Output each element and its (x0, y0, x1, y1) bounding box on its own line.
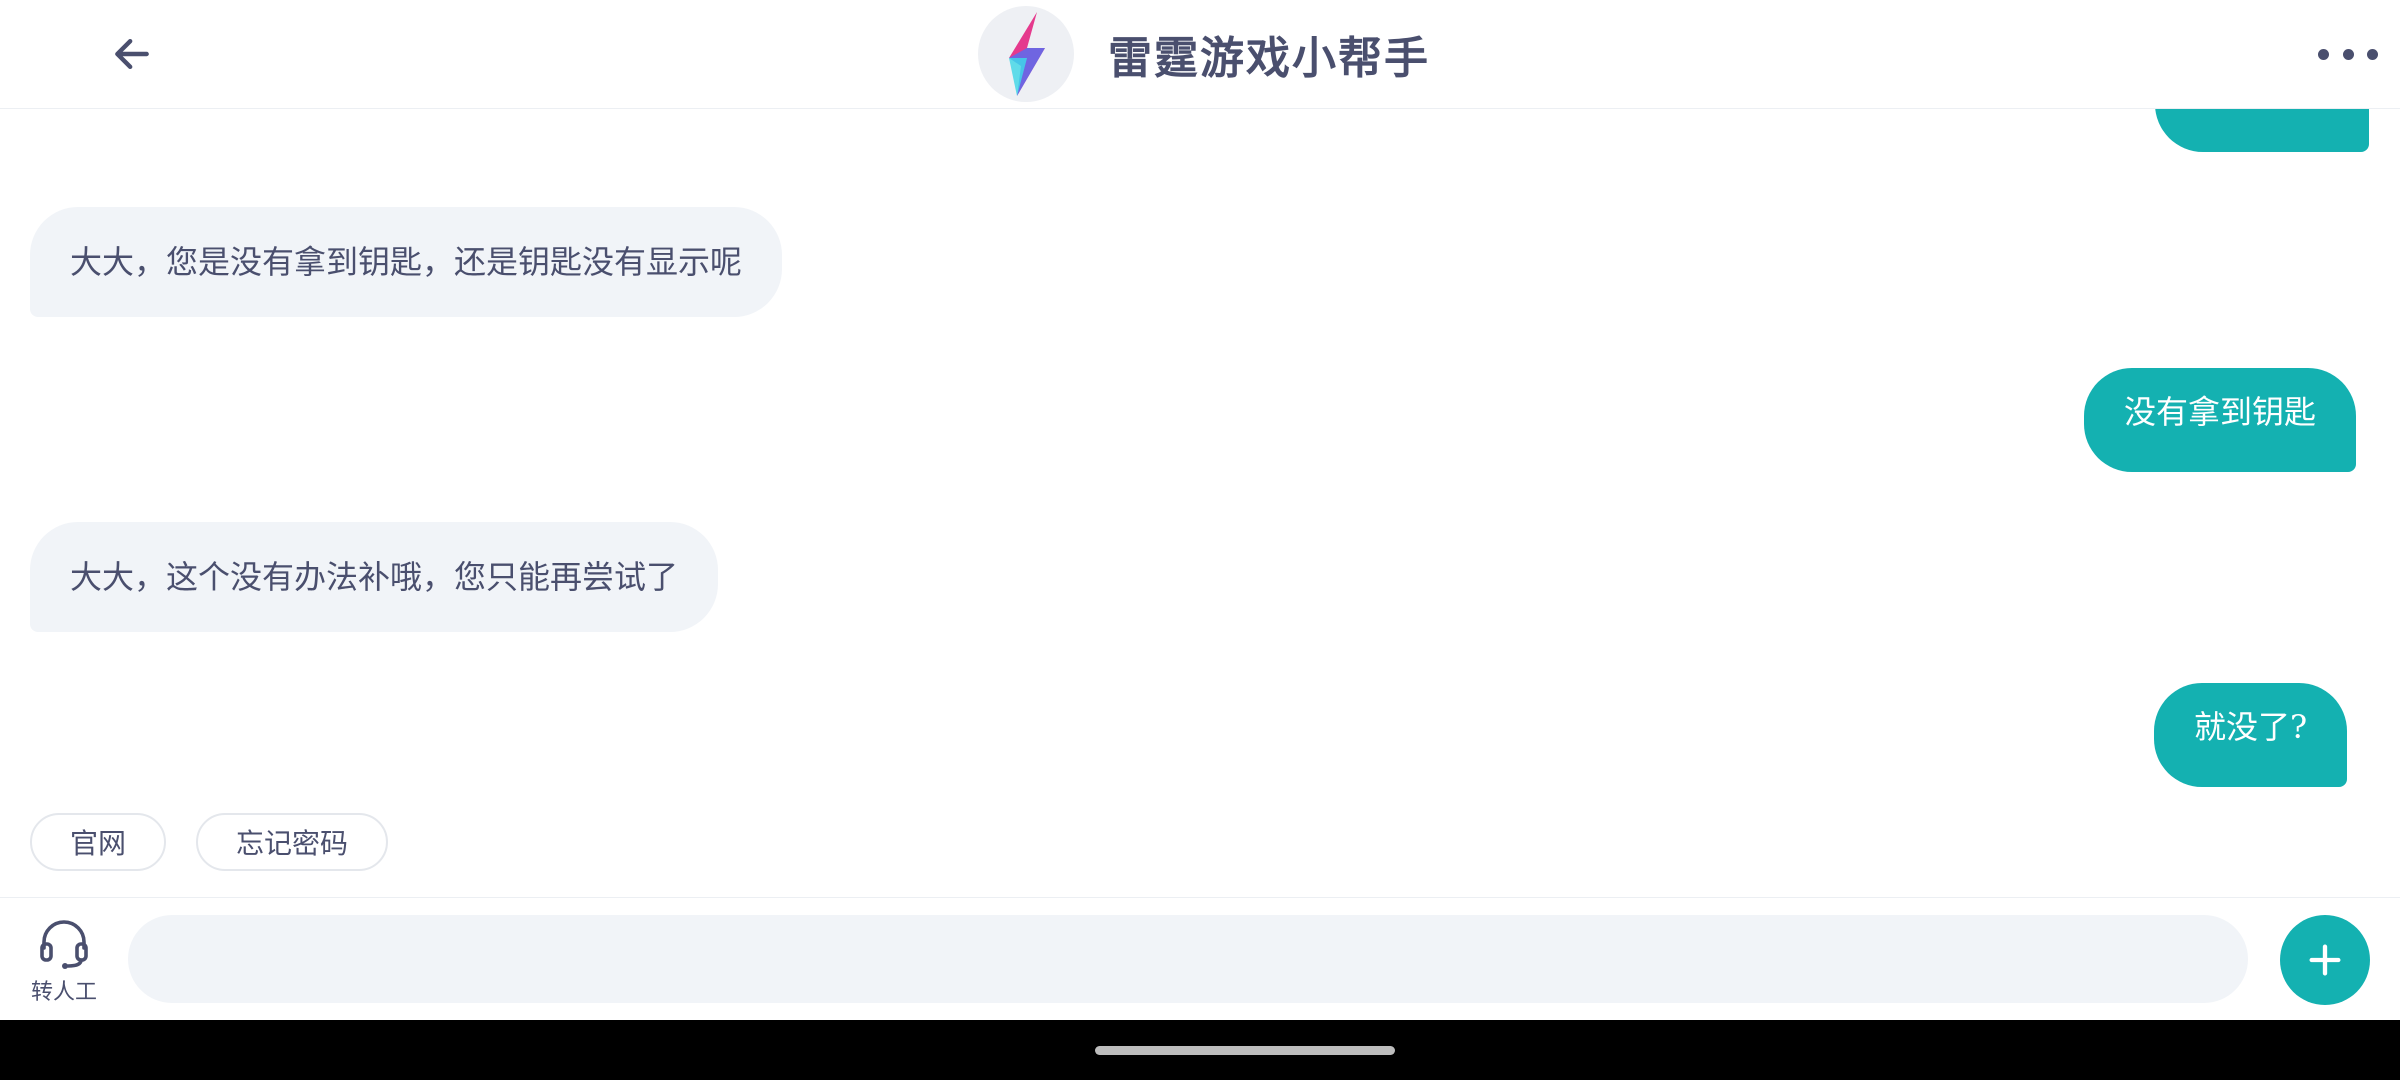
header-bar: 雷霆游戏小帮手 (0, 0, 2400, 109)
message-bubble-bot: 大大，您是没有拿到钥匙，还是钥匙没有显示呢 (30, 207, 783, 317)
message-bubble-bot: 大大，这个没有办法补哦，您只能再尝试了 (30, 522, 719, 632)
message-bubble-user: 就没了? (2154, 683, 2348, 787)
message-bubble-user: 没有拿到钥匙 (2084, 368, 2357, 472)
message-text: 没有拿到钥匙 (2124, 393, 2317, 431)
page-title: 雷霆游戏小帮手 (1108, 33, 1430, 84)
quick-reply-forgot-password[interactable]: 忘记密码 (196, 813, 389, 871)
message-bubble-user (2155, 108, 2369, 152)
chat-area[interactable]: 大大，您是没有拿到钥匙，还是钥匙没有显示呢 没有拿到钥匙 大大，这个没有办法补哦… (0, 108, 2400, 898)
chat-app: 雷霆游戏小帮手 大大，您是没有拿到钥匙，还是钥匙没有显示呢 没有拿到钥匙 大大，… (0, 0, 2400, 1080)
transfer-to-agent-button[interactable]: 转人工 (24, 916, 104, 1006)
more-dot (2342, 48, 2354, 60)
message-input[interactable] (128, 915, 2248, 1003)
system-nav-bar (0, 1020, 2400, 1080)
lightning-bolt-logo (978, 6, 1074, 102)
quick-replies: 官网 忘记密码 (30, 813, 418, 871)
plus-icon (2309, 944, 2341, 976)
back-button[interactable] (100, 28, 164, 80)
more-dot (2318, 48, 2329, 60)
quick-reply-official-site[interactable]: 官网 (30, 813, 167, 871)
plus-button[interactable] (2280, 915, 2370, 1005)
home-indicator[interactable] (1095, 1046, 1395, 1055)
transfer-to-agent-label: 转人工 (30, 980, 97, 1005)
message-text: 就没了? (2194, 708, 2308, 746)
input-bar: 转人工 (0, 897, 2400, 1021)
arrow-left-icon (115, 38, 149, 70)
message-text: 大大，这个没有办法补哦，您只能再尝试了 (70, 558, 679, 596)
more-dot (2367, 48, 2378, 60)
more-button[interactable] (2318, 38, 2378, 70)
headset-icon (40, 920, 88, 969)
brand: 雷霆游戏小帮手 (978, 5, 1430, 103)
message-text: 大大，您是没有拿到钥匙，还是钥匙没有显示呢 (70, 243, 743, 281)
